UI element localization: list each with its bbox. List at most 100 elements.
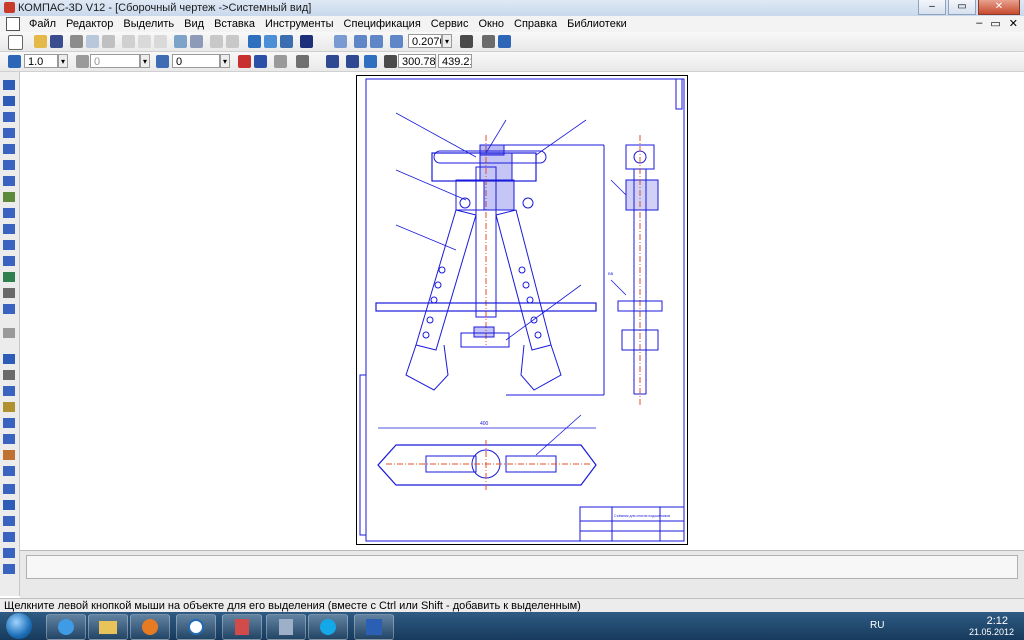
triangle-tool-icon[interactable] (3, 548, 15, 558)
command-line[interactable] (26, 555, 1018, 579)
document-icon[interactable] (6, 17, 20, 31)
line-tool-icon[interactable] (3, 96, 15, 106)
zoom-out-icon[interactable] (370, 35, 383, 48)
offset-tool-icon[interactable] (3, 208, 15, 218)
new-document-icon[interactable] (8, 35, 23, 50)
ortho-icon[interactable] (274, 55, 287, 68)
save-icon[interactable] (50, 35, 63, 48)
taskbar-word-icon[interactable] (354, 614, 394, 640)
polygon-tool-icon[interactable] (3, 272, 15, 282)
undo-icon[interactable] (210, 35, 223, 48)
report-tool-icon[interactable] (3, 466, 15, 476)
view-tool-icon[interactable] (3, 516, 15, 526)
clock-time[interactable]: 2:12 (987, 615, 1008, 627)
taskbar-calculator-icon[interactable] (266, 614, 306, 640)
language-indicator[interactable]: RU (870, 620, 884, 631)
layer-icon[interactable] (156, 55, 169, 68)
point-tool-icon[interactable] (3, 80, 15, 90)
layer-field[interactable]: 0 (172, 54, 220, 68)
taskbar-kompas-icon[interactable] (176, 614, 216, 640)
taskbar-app-icon[interactable] (222, 614, 262, 640)
local-cs-icon[interactable] (8, 55, 21, 68)
rounding-icon[interactable] (346, 55, 359, 68)
menu-editor[interactable]: Редактор (61, 16, 118, 32)
circle-tool-icon[interactable] (3, 128, 15, 138)
paste-icon[interactable] (154, 35, 167, 48)
drawing-sheet[interactable]: 400 ВВ Съёмник для снятия подшипников (356, 75, 688, 545)
menu-service[interactable]: Сервис (426, 16, 474, 32)
layer-dropdown-icon[interactable]: ▾ (220, 54, 230, 68)
ellipse-tool-icon[interactable] (3, 160, 15, 170)
style-dropdown-icon[interactable]: ▾ (140, 54, 150, 68)
hatch-tool-icon[interactable] (3, 288, 15, 298)
zoom-window-icon[interactable] (334, 35, 347, 48)
taskbar-media-icon[interactable] (130, 614, 170, 640)
zoom-scale-icon[interactable] (390, 35, 403, 48)
mdi-close-button[interactable]: ✕ (1009, 17, 1018, 30)
properties-icon[interactable] (102, 35, 115, 48)
maximize-button[interactable]: ▭ (948, 0, 976, 15)
chamfer-tool-icon[interactable] (3, 240, 15, 250)
fillet-tool-icon[interactable] (3, 224, 15, 234)
show-all-icon[interactable] (498, 35, 511, 48)
help-pointer-icon[interactable] (300, 35, 313, 48)
menu-insert[interactable]: Вставка (209, 16, 260, 32)
parametrize-tool-icon[interactable] (3, 418, 15, 428)
menu-libraries[interactable]: Библиотеки (562, 16, 632, 32)
open-folder-icon[interactable] (34, 35, 47, 48)
snap-icon[interactable] (238, 55, 251, 68)
coord-y-field[interactable]: 439.21 (438, 54, 472, 68)
print-icon[interactable] (70, 35, 83, 48)
menu-tools[interactable]: Инструменты (260, 16, 339, 32)
style-field[interactable]: 0 (90, 54, 140, 68)
grid-icon[interactable] (190, 35, 203, 48)
clock-date[interactable]: 21.05.2012 (969, 627, 1014, 637)
zoom-field[interactable]: 0.2070 (408, 34, 442, 48)
menu-help[interactable]: Справка (509, 16, 562, 32)
magnet-icon[interactable] (254, 55, 267, 68)
parametric-icon[interactable] (364, 55, 377, 68)
zoom-dropdown-icon[interactable]: ▾ (442, 34, 452, 48)
refresh-icon[interactable] (482, 35, 495, 48)
menu-file[interactable]: Файл (24, 16, 61, 32)
dimension-tool-icon[interactable] (3, 370, 15, 380)
taskbar-ie-icon[interactable] (46, 614, 86, 640)
taskbar-skype-icon[interactable] (308, 614, 348, 640)
zoom-in-icon[interactable] (354, 35, 367, 48)
taskbar-explorer-icon[interactable] (88, 614, 128, 640)
spec-tool-icon[interactable] (3, 450, 15, 460)
function-icon[interactable] (280, 35, 293, 48)
rectangle-tool-icon[interactable] (3, 256, 15, 266)
brush-icon[interactable] (174, 35, 187, 48)
manager-icon[interactable] (248, 35, 261, 48)
polyline-tool-icon[interactable] (3, 192, 15, 202)
scale-field[interactable]: 1.0 (24, 54, 58, 68)
segment-tool-icon[interactable] (3, 112, 15, 122)
menu-view[interactable]: Вид (179, 16, 209, 32)
copy-icon[interactable] (138, 35, 151, 48)
coord-x-field[interactable]: 300.786 (398, 54, 436, 68)
select-tool-icon[interactable] (3, 354, 15, 364)
frame-tool-icon[interactable] (3, 564, 15, 574)
menu-specification[interactable]: Спецификация (339, 16, 426, 32)
edit-tool-icon[interactable] (3, 402, 15, 412)
start-button[interactable] (6, 613, 32, 639)
insert-tool-icon[interactable] (3, 484, 15, 494)
menu-select[interactable]: Выделить (118, 16, 179, 32)
fragment-tool-icon[interactable] (3, 500, 15, 510)
bom-tool-icon[interactable] (3, 532, 15, 542)
grid-snap-icon[interactable] (296, 55, 309, 68)
redo-icon[interactable] (226, 35, 239, 48)
minimize-button[interactable]: – (918, 0, 946, 15)
style-icon[interactable] (76, 55, 89, 68)
contour-tool-icon[interactable] (3, 304, 15, 314)
mdi-restore-button[interactable]: ▭ (990, 17, 1000, 30)
arc-tool-icon[interactable] (3, 144, 15, 154)
cut-icon[interactable] (122, 35, 135, 48)
scale-dropdown-icon[interactable]: ▾ (58, 54, 68, 68)
measure-tool-icon[interactable] (3, 434, 15, 444)
coordinates-icon[interactable] (326, 55, 339, 68)
menu-window[interactable]: Окно (473, 16, 509, 32)
mdi-minimize-button[interactable]: – (976, 17, 982, 30)
variables-icon[interactable] (264, 35, 277, 48)
